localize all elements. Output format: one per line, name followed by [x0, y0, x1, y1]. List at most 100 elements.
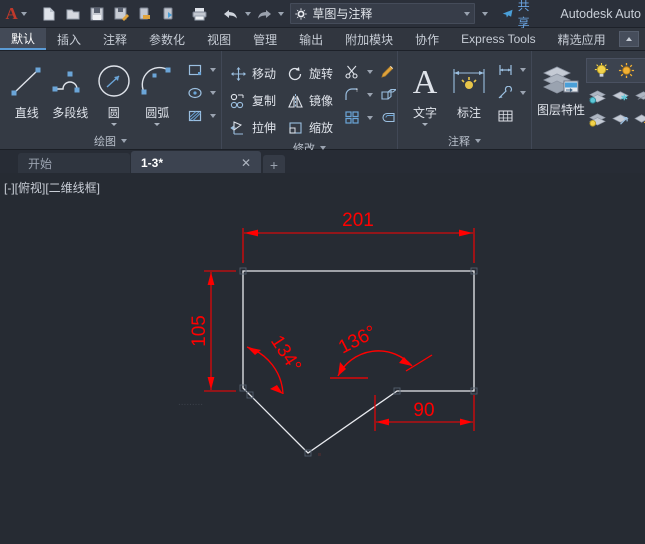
scale-icon: [284, 117, 306, 138]
annotation-dimension-button[interactable]: 标注: [447, 57, 491, 121]
tab-manage[interactable]: 管理: [242, 28, 288, 50]
workspace-selector[interactable]: 草图与注释: [290, 3, 476, 24]
redo-chevron-down-icon[interactable]: [278, 11, 285, 16]
annotation-text-label: 文字: [412, 106, 437, 120]
panel-draw-title[interactable]: 绘图: [0, 133, 221, 149]
tab-addins[interactable]: 附加模块: [334, 28, 404, 50]
leader-chevron-down-icon[interactable]: [520, 90, 526, 95]
save-as-icon[interactable]: [109, 3, 132, 25]
arc-chevron-down-icon[interactable]: [154, 123, 161, 126]
rectangle-chevron-down-icon[interactable]: [210, 67, 216, 72]
circle-chevron-down-icon[interactable]: [110, 123, 117, 126]
open-folder-icon[interactable]: [61, 3, 84, 25]
layer-freeze-icon[interactable]: [609, 86, 631, 107]
edit-pencil-icon[interactable]: [377, 61, 399, 82]
modify-rotate-button[interactable]: 旋转: [284, 61, 333, 86]
modify-mirror-button[interactable]: 镜像: [284, 88, 333, 113]
layer-state-icon[interactable]: [632, 109, 645, 130]
workspace-chevron-down-icon[interactable]: [464, 11, 471, 16]
save-cloud-icon[interactable]: [133, 3, 156, 25]
modify-copy-button[interactable]: 复制: [227, 88, 276, 113]
modify-column-2: 旋转 镜像 缩放: [284, 59, 333, 140]
save-disk-icon[interactable]: [85, 3, 108, 25]
circle-icon: [93, 59, 135, 103]
linear-dimension-icon[interactable]: [494, 59, 516, 80]
share-paperplane-icon: [503, 9, 513, 18]
tab-default[interactable]: 默认: [0, 28, 47, 50]
redo-arrow-icon[interactable]: [252, 3, 275, 25]
share-button[interactable]: 共享: [502, 0, 534, 31]
layer-thaw-sun-icon[interactable]: [615, 60, 637, 81]
panel-annotation-chevron-down-icon[interactable]: [475, 139, 481, 143]
new-document-tab-button[interactable]: +: [263, 155, 285, 174]
tab-label: 附加模块: [345, 32, 394, 47]
modify-stretch-button[interactable]: 拉伸: [227, 115, 276, 140]
tab-output[interactable]: 输出: [288, 28, 334, 50]
panel-draw-chevron-down-icon[interactable]: [121, 139, 127, 143]
autocad-a-logo[interactable]: A: [4, 3, 19, 25]
text-chevron-down-icon[interactable]: [422, 123, 428, 126]
panel-layers-title[interactable]: 图层: [532, 133, 645, 149]
tab-view[interactable]: 视图: [196, 28, 242, 50]
fillet-chevron-down-icon[interactable]: [367, 92, 374, 97]
layer-off-icon[interactable]: [632, 86, 645, 107]
tab-parametric[interactable]: 参数化: [138, 28, 196, 50]
hatch-icon[interactable]: [184, 105, 206, 126]
layer-isolate-icon[interactable]: [586, 86, 608, 107]
trim-scissors-icon[interactable]: [341, 61, 363, 82]
new-document-icon[interactable]: [37, 3, 60, 25]
annotation-text-button[interactable]: A 文字: [403, 57, 447, 126]
tab-annotate[interactable]: 注释: [92, 28, 138, 50]
draw-circle-button[interactable]: 圆: [92, 57, 136, 126]
trim-chevron-down-icon[interactable]: [367, 69, 374, 74]
doc-tab-close-icon[interactable]: ✕: [219, 156, 251, 170]
tab-insert[interactable]: 插入: [46, 28, 92, 50]
svg-text:A: A: [413, 64, 438, 101]
panel-annotation-title[interactable]: 注释: [398, 133, 531, 149]
draw-polyline-button[interactable]: 多段线: [49, 57, 93, 121]
draw-arc-label: 圆弧: [145, 106, 170, 120]
leader-icon[interactable]: [494, 82, 516, 103]
array-chevron-down-icon[interactable]: [367, 115, 374, 120]
offset-icon[interactable]: [377, 107, 399, 128]
array-icon[interactable]: [341, 107, 363, 128]
draw-line-button[interactable]: 直线: [5, 57, 49, 121]
layer-on-bulb-icon[interactable]: [590, 60, 612, 81]
printer-icon[interactable]: [188, 3, 211, 25]
layer-match-icon[interactable]: [609, 109, 631, 130]
ellipse-icon[interactable]: [184, 82, 206, 103]
dimension-left-height-text: 105: [189, 315, 210, 347]
layer-properties-button[interactable]: 图层特性: [537, 57, 586, 117]
explode-icon[interactable]: [377, 84, 399, 105]
draw-arc-button[interactable]: 圆弧: [136, 57, 180, 126]
linear-dimension-chevron-down-icon[interactable]: [520, 67, 526, 72]
app-menu-chevron-down-icon[interactable]: [21, 11, 28, 16]
panel-annotation: A 文字 标注 注释: [398, 51, 532, 149]
tab-label: Express Tools: [461, 32, 536, 46]
undo-chevron-down-icon[interactable]: [245, 11, 252, 16]
tab-collaborate[interactable]: 协作: [404, 28, 450, 50]
qat-customize-chevron-icon[interactable]: [482, 11, 489, 16]
hatch-chevron-down-icon[interactable]: [210, 113, 216, 118]
layer-properties-label: 图层特性: [537, 103, 586, 117]
open-cloud-icon[interactable]: [157, 3, 180, 25]
doc-tab-start[interactable]: 开始: [18, 153, 130, 174]
tab-featured-apps[interactable]: 精选应用: [547, 28, 617, 50]
minimize-ribbon-button[interactable]: [619, 31, 639, 47]
doc-tab-drawing[interactable]: 1-3* ✕: [131, 151, 261, 174]
drawing-canvas[interactable]: [-][俯视][二维线框] 201 105 134° 136° 90 .....…: [0, 173, 645, 544]
modify-move-button[interactable]: 移动: [227, 61, 276, 86]
move-icon: [227, 63, 249, 84]
undo-arrow-icon[interactable]: [219, 3, 242, 25]
svg-text:.........: .........: [178, 397, 203, 408]
canvas-artifacts: .........: [178, 397, 321, 456]
fillet-icon[interactable]: [341, 84, 363, 105]
rectangle-icon[interactable]: [184, 59, 206, 80]
ellipse-chevron-down-icon[interactable]: [210, 90, 216, 95]
tab-express-tools[interactable]: Express Tools: [450, 28, 546, 50]
drawing-geometry: 201 105 134° 136° 90 .........: [178, 210, 478, 457]
layer-current-icon[interactable]: [586, 109, 608, 130]
table-icon[interactable]: [494, 105, 516, 126]
modify-scale-button[interactable]: 缩放: [284, 115, 333, 140]
layer-unlock-icon[interactable]: [640, 60, 645, 81]
